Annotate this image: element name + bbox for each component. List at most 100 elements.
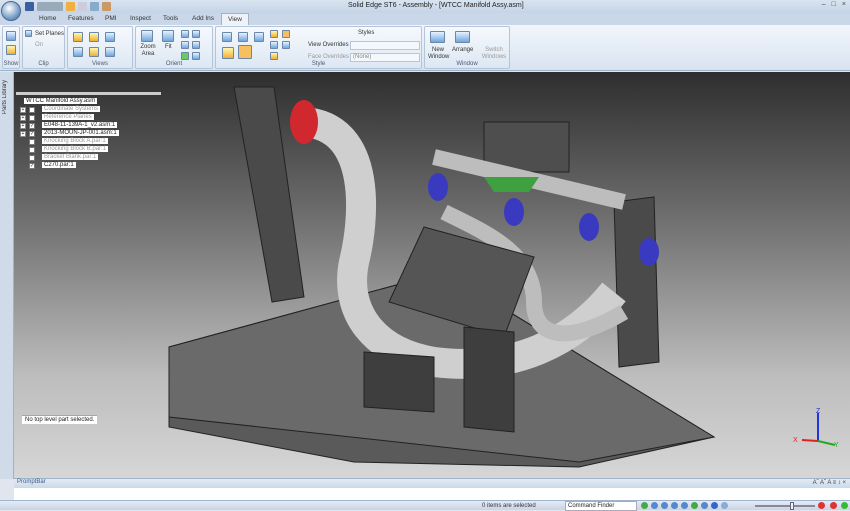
tab-features[interactable]: Features <box>68 15 94 22</box>
fit-button[interactable]: Fit <box>165 44 172 50</box>
tree-root[interactable]: WTCC Manifold Assy.asm <box>24 98 98 104</box>
tree-checkbox[interactable] <box>29 115 35 121</box>
tab-pmi[interactable]: PMI <box>105 15 117 22</box>
tree-item[interactable]: Knocking Block A.par:1 <box>42 138 108 144</box>
parts-library-tab[interactable]: Parts Library <box>2 80 8 114</box>
tree-checkbox[interactable]: ✓ <box>29 131 35 137</box>
zoom-icon[interactable] <box>661 502 668 509</box>
set-planes-icon <box>25 30 32 37</box>
left-tab-strip <box>0 72 14 479</box>
refresh-icon[interactable] <box>181 52 189 60</box>
tree-item[interactable]: Coordinate Systems <box>42 106 101 112</box>
close-button[interactable]: × <box>842 1 846 8</box>
tree-checkbox[interactable]: ✓ <box>29 123 35 129</box>
stop-icon[interactable] <box>830 502 837 509</box>
view-bottom-icon[interactable] <box>89 47 99 57</box>
pathfinder-tree: WTCC Manifold Assy.asm + Coordinate Syste… <box>16 92 161 170</box>
tree-checkbox[interactable] <box>29 139 35 145</box>
shadow-icon[interactable] <box>270 30 278 38</box>
tree-checkbox[interactable] <box>29 155 35 161</box>
zoom-area-button[interactable]: Zoom Area <box>139 44 157 58</box>
expand-toggle[interactable]: + <box>20 123 26 129</box>
fit-icon[interactable] <box>671 502 678 509</box>
measure-icon[interactable] <box>90 2 99 11</box>
perspective-icon[interactable] <box>270 52 278 60</box>
view-front-icon[interactable] <box>73 32 83 42</box>
sketch-view-icon[interactable] <box>721 502 728 509</box>
record-icon[interactable] <box>818 502 825 509</box>
switch-windows-button[interactable]: Switch Windows <box>481 47 507 61</box>
tree-checkbox[interactable]: ✓ <box>29 163 35 169</box>
zoom-slider[interactable] <box>755 505 815 507</box>
tab-tools[interactable]: Tools <box>163 15 178 22</box>
minimize-button[interactable]: – <box>822 1 826 8</box>
group-orient: Zoom Area Fit Orient <box>135 26 213 69</box>
select-tool-icon[interactable] <box>641 502 648 509</box>
tree-splitter[interactable] <box>16 92 161 95</box>
promptbar-tools[interactable]: Aˆ Aˇ A ≡ ↕ × <box>813 480 846 486</box>
tree-item[interactable]: Knocking Block B.par:1 <box>42 146 109 152</box>
tab-inspect[interactable]: Inspect <box>130 15 151 22</box>
group-window: New Window Arrange Switch Windows Window <box>424 26 510 69</box>
show-icon[interactable] <box>6 31 16 41</box>
view-left-icon[interactable] <box>105 32 115 42</box>
tools-icon[interactable] <box>102 2 111 11</box>
shading-icon[interactable] <box>711 502 718 509</box>
expand-toggle[interactable]: + <box>20 115 26 121</box>
spin-icon[interactable] <box>192 41 200 49</box>
promptbar-title: PromptBar <box>17 479 46 485</box>
rotate-icon[interactable] <box>691 502 698 509</box>
tree-checkbox[interactable] <box>29 147 35 153</box>
expand-toggle[interactable]: + <box>20 131 26 137</box>
tab-home[interactable]: Home <box>39 15 56 22</box>
tree-item[interactable]: 2013-MOUN-JP-001.asm:1 <box>42 130 119 136</box>
upload-icon[interactable] <box>841 502 848 509</box>
tree-item[interactable]: Bracket Blank.par:1 <box>42 154 99 160</box>
view-back-icon[interactable] <box>105 47 115 57</box>
face-overrides-button[interactable]: Face Overrides <box>308 54 349 60</box>
pan-icon[interactable] <box>192 30 200 38</box>
tree-item[interactable]: Reference Planes <box>42 114 94 120</box>
reflection-icon[interactable] <box>270 41 278 49</box>
maximize-button[interactable]: □ <box>832 1 836 8</box>
select-icon[interactable] <box>66 2 75 11</box>
zoom-icon[interactable] <box>181 30 189 38</box>
floor-icon[interactable] <box>282 30 290 38</box>
clip-on-button[interactable]: On <box>35 42 43 48</box>
hidden-edges-icon[interactable] <box>238 32 248 42</box>
pan-icon[interactable] <box>681 502 688 509</box>
zoom-slider-thumb[interactable] <box>790 502 794 510</box>
title-bar: Solid Edge ST6 - Assembly - [WTCC Manifo… <box>0 0 850 13</box>
undo-icon[interactable] <box>37 2 63 11</box>
hide-icon[interactable] <box>6 45 16 55</box>
save-icon[interactable] <box>25 2 34 11</box>
window-title: Solid Edge ST6 - Assembly - [WTCC Manifo… <box>348 2 524 9</box>
tab-add-ins[interactable]: Add Ins <box>192 15 214 22</box>
view-overrides-button[interactable]: View Overrides <box>308 42 349 48</box>
view-right-icon[interactable] <box>73 47 83 57</box>
tab-view[interactable]: View <box>221 13 249 25</box>
arrange-button[interactable]: Arrange <box>452 47 473 53</box>
shaded-edges-icon[interactable] <box>238 45 252 59</box>
styles-button[interactable]: Styles <box>358 30 374 36</box>
globe-icon[interactable] <box>282 41 290 49</box>
visible-edges-icon[interactable] <box>254 32 264 42</box>
expand-toggle[interactable]: + <box>20 107 26 113</box>
new-window-button[interactable]: New Window <box>428 47 449 61</box>
view-overrides-dropdown[interactable] <box>350 41 420 50</box>
view-top-icon[interactable] <box>89 32 99 42</box>
print-icon[interactable] <box>78 2 87 11</box>
tree-item[interactable]: C270.par:1 <box>42 162 76 168</box>
application-button[interactable] <box>1 1 21 21</box>
views-icon[interactable] <box>701 502 708 509</box>
set-planes-button[interactable]: Set Planes <box>35 31 64 37</box>
wireframe-icon[interactable] <box>222 32 232 42</box>
group-views: Views <box>67 26 133 69</box>
new-window-icon <box>430 31 445 43</box>
rotate-icon[interactable] <box>181 41 189 49</box>
shaded-icon[interactable] <box>222 47 234 59</box>
zoom-area-icon[interactable] <box>651 502 658 509</box>
tree-checkbox[interactable] <box>29 107 35 113</box>
named-views-icon[interactable] <box>192 52 200 60</box>
tree-item[interactable]: E048-11-139A-1_v2.asm:1 <box>42 122 118 128</box>
